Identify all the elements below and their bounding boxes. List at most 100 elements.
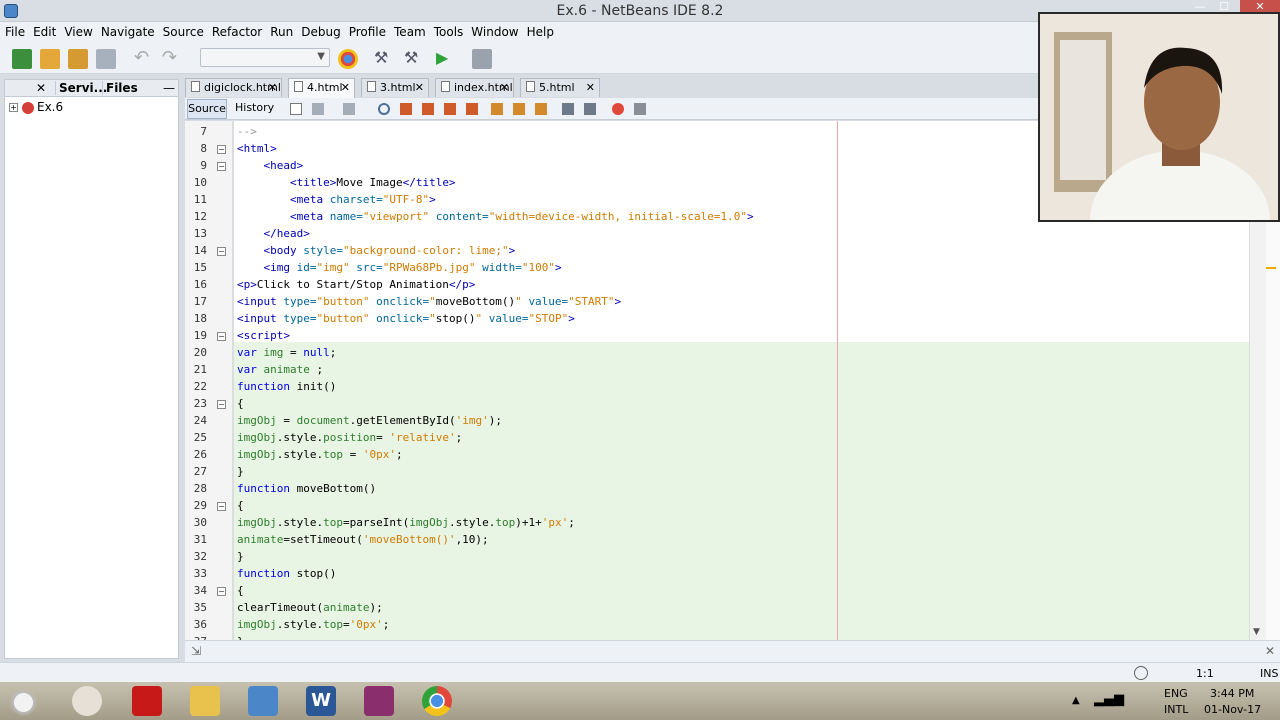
scroll-down-icon[interactable]: ▼ [1253, 627, 1260, 637]
new-project-icon[interactable] [40, 49, 60, 69]
browser-icon[interactable] [338, 49, 358, 69]
clock-time[interactable]: 3:44 PM [1210, 687, 1254, 700]
code-line[interactable]: } [237, 633, 244, 640]
run-icon[interactable]: ▶ [436, 49, 456, 69]
code-line[interactable]: <meta name="viewport" content="width=dev… [237, 208, 754, 225]
fold-toggle-icon[interactable]: − [217, 502, 226, 511]
expand-icon[interactable]: + [9, 103, 18, 112]
code-line[interactable]: <meta charset="UTF-8"> [237, 191, 436, 208]
new-file-icon[interactable] [12, 49, 32, 69]
folder-icon[interactable] [190, 686, 220, 716]
clean-build-icon[interactable]: ⚒ [404, 49, 424, 69]
code-line[interactable]: imgObj = document.getElementById('img'); [237, 412, 502, 429]
menu-item[interactable]: View [60, 22, 96, 42]
profile-icon[interactable] [472, 49, 492, 69]
fold-toggle-icon[interactable]: − [217, 587, 226, 596]
menu-item[interactable]: Tools [430, 22, 468, 42]
code-line[interactable]: </head> [237, 225, 310, 242]
code-line[interactable]: var img = null; [237, 344, 336, 361]
back-icon[interactable] [312, 103, 324, 115]
shift-right-icon[interactable] [584, 103, 596, 115]
code-line[interactable]: <html> [237, 140, 277, 157]
menu-item[interactable]: Edit [29, 22, 60, 42]
redo-icon[interactable]: ↷ [162, 49, 182, 69]
code-line[interactable]: function moveBottom() [237, 480, 376, 497]
configuration-combo[interactable]: ▼ [200, 48, 330, 67]
code-line[interactable]: <script> [237, 327, 290, 344]
code-line[interactable]: <head> [237, 157, 304, 174]
code-line[interactable]: <title>Move Image</title> [237, 174, 456, 191]
keyboard-layout[interactable]: INTL [1164, 703, 1188, 716]
record-macro-icon[interactable] [612, 103, 624, 115]
clock-date[interactable]: 01-Nov-17 [1204, 703, 1261, 716]
stop-macro-icon[interactable] [634, 103, 646, 115]
code-line[interactable]: <p>Click to Start/Stop Animation</p> [237, 276, 475, 293]
last-edit-icon[interactable] [290, 103, 302, 115]
menu-item[interactable]: Debug [297, 22, 344, 42]
puzzle-icon[interactable] [72, 686, 102, 716]
toggle-rect-select-icon[interactable] [466, 103, 478, 115]
word-icon[interactable]: W [306, 686, 336, 716]
expand-output-icon[interactable]: ⇲ [191, 644, 201, 658]
notifications-icon[interactable] [1134, 666, 1148, 680]
menu-item[interactable]: Profile [345, 22, 390, 42]
code-line[interactable]: <body style="background-color: lime;"> [237, 242, 516, 259]
editor-tab[interactable]: 5.html ✕ [520, 78, 600, 97]
previous-bookmark-icon[interactable] [491, 103, 503, 115]
fold-toggle-icon[interactable]: − [217, 400, 226, 409]
fold-toggle-icon[interactable]: − [217, 162, 226, 171]
media-icon[interactable] [364, 686, 394, 716]
code-line[interactable]: { [237, 395, 244, 412]
code-line[interactable]: { [237, 582, 244, 599]
toggle-highlight-icon[interactable] [444, 103, 456, 115]
project-node[interactable]: + Ex.6 [9, 100, 63, 114]
fold-toggle-icon[interactable]: − [217, 247, 226, 256]
find-icon[interactable] [378, 103, 390, 115]
language[interactable]: ENG [1164, 687, 1188, 700]
code-line[interactable]: --> [237, 123, 257, 140]
minimize-panel-icon[interactable]: — [163, 81, 175, 95]
menu-item[interactable]: Refactor [208, 22, 266, 42]
netbeans-taskbar-icon[interactable] [248, 686, 278, 716]
code-line[interactable]: imgObj.style.top = '0px'; [237, 446, 403, 463]
code-line[interactable]: <input type="button" onclick="moveBottom… [237, 293, 621, 310]
forward-icon[interactable] [343, 103, 355, 115]
close-tab-icon[interactable]: ✕ [415, 79, 424, 97]
history-tab[interactable]: History [235, 101, 274, 114]
open-project-icon[interactable] [68, 49, 88, 69]
code-line[interactable]: } [237, 463, 244, 480]
code-line[interactable]: function stop() [237, 565, 336, 582]
apple-icon[interactable] [10, 686, 40, 716]
close-tab-icon[interactable]: ✕ [500, 79, 509, 97]
editor-tab[interactable]: 3.html ✕ [361, 78, 429, 97]
fold-toggle-icon[interactable]: − [217, 145, 226, 154]
source-tab[interactable]: Source [187, 99, 227, 119]
editor-tab[interactable]: digiclock.html ✕ [185, 78, 282, 97]
fold-toggle-icon[interactable]: − [217, 332, 226, 341]
caret-position-marker[interactable] [1266, 267, 1276, 269]
code-line[interactable]: imgObj.style.top=parseInt(imgObj.style.t… [237, 514, 575, 531]
menu-item[interactable]: Run [266, 22, 297, 42]
code-line[interactable]: imgObj.style.position= 'relative'; [237, 429, 462, 446]
close-tab-icon[interactable]: ✕ [268, 79, 277, 97]
menu-item[interactable]: File [0, 22, 29, 42]
code-line[interactable]: function init() [237, 378, 336, 395]
close-panel-icon[interactable]: ✕ [36, 81, 46, 95]
code-line[interactable]: { [237, 497, 244, 514]
chrome-icon[interactable] [422, 686, 452, 716]
code-line[interactable]: imgObj.style.top='0px'; [237, 616, 389, 633]
code-line[interactable]: clearTimeout(animate); [237, 599, 383, 616]
find-next-icon[interactable] [422, 103, 434, 115]
find-previous-icon[interactable] [400, 103, 412, 115]
editor-tab[interactable]: index.html ✕ [435, 78, 514, 97]
toggle-bookmark-icon[interactable] [535, 103, 547, 115]
editor-tab[interactable]: 4.html ✕ [288, 78, 355, 98]
tab-files[interactable]: Files [102, 81, 138, 95]
game-icon[interactable] [132, 686, 162, 716]
save-all-icon[interactable] [96, 49, 116, 69]
menu-item[interactable]: Navigate [97, 22, 159, 42]
menu-item[interactable]: Team [390, 22, 430, 42]
code-line[interactable]: } [237, 548, 244, 565]
undo-icon[interactable]: ↶ [134, 49, 154, 69]
next-bookmark-icon[interactable] [513, 103, 525, 115]
